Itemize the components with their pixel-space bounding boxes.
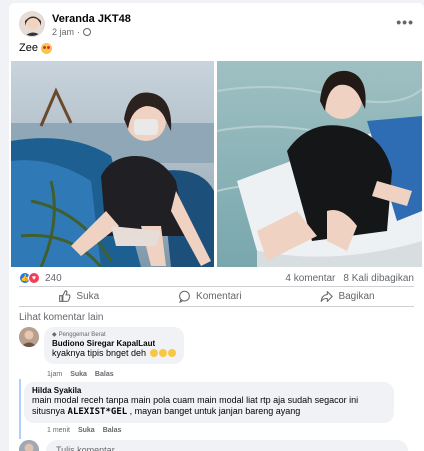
post-meta: 2 jam ·	[52, 27, 92, 37]
comment-bubble: Hilda Syakila main modal receh tanpa mai…	[24, 382, 394, 423]
current-user-avatar[interactable]	[19, 440, 39, 451]
comment-reply-button[interactable]: Balas	[103, 427, 122, 434]
share-icon	[321, 290, 334, 302]
commenter-name[interactable]: Budiono Siregar KapalLaut	[52, 339, 176, 348]
reaction-count[interactable]: 240	[45, 273, 62, 284]
post-actions: Suka Komentari Bagikan	[19, 286, 414, 306]
heart-eyes-emoji-icon	[40, 42, 52, 54]
comment-like-button[interactable]: Suka	[70, 371, 87, 378]
caption-text: Zee	[19, 42, 38, 54]
see-more-comments-link[interactable]: Lihat komentar lain	[19, 312, 104, 323]
post-photo-1[interactable]	[11, 61, 214, 267]
laughing-emoji-icon	[149, 349, 158, 357]
reactions-summary: 👍 ♥ 240 4 komentar 8 Kali dibagikan	[19, 272, 414, 286]
share-button[interactable]: Bagikan	[320, 290, 375, 303]
share-count[interactable]: 8 Kali dibagikan	[343, 273, 414, 284]
comment-time[interactable]: 1 menit	[47, 427, 70, 434]
comment-highlight-text: ALEXIST*GEL	[67, 407, 128, 417]
comment-meta: 1jam Suka Balas	[47, 371, 114, 378]
comment-item: Hilda Syakila main modal receh tanpa mai…	[19, 382, 394, 423]
post-header: Veranda JKT48 2 jam · •••	[19, 11, 414, 41]
laughing-emoji-icon	[158, 349, 167, 357]
comment-text: kyaknya tipis bnget deh	[52, 348, 176, 359]
comment-time[interactable]: 1jam	[47, 371, 62, 378]
like-button[interactable]: Suka	[58, 289, 100, 303]
commenter-name[interactable]: Hilda Syakila	[32, 386, 386, 395]
diamond-icon: ◆	[52, 332, 57, 338]
post-caption: Zee	[19, 42, 52, 54]
thumbs-up-icon	[59, 289, 71, 302]
comment-input[interactable]: Tulis komentar...	[46, 440, 408, 451]
comment-like-button[interactable]: Suka	[78, 427, 95, 434]
laughing-emoji-icon	[167, 349, 176, 357]
reaction-icons[interactable]: 👍 ♥	[19, 272, 40, 284]
post-photo-2[interactable]	[217, 61, 422, 267]
love-reaction-icon: ♥	[28, 272, 40, 284]
comment-bubble: ◆ Penggemar Berat Budiono Siregar KapalL…	[44, 327, 184, 364]
post-photos	[11, 61, 422, 267]
post-time[interactable]: 2 jam	[52, 27, 74, 37]
fan-badge-label: Penggemar Berat	[58, 331, 106, 338]
author-avatar[interactable]	[19, 11, 45, 37]
comment-button[interactable]: Komentari	[178, 290, 242, 303]
engagement-counts: 4 komentar 8 Kali dibagikan	[285, 273, 414, 284]
comment-composer: Tulis komentar...	[19, 440, 408, 451]
comment-icon	[179, 290, 190, 303]
post-card: Veranda JKT48 2 jam · ••• Zee 👍 ♥ 240 4 …	[9, 3, 424, 451]
comment-count[interactable]: 4 komentar	[285, 273, 335, 284]
comment-text: main modal receh tanpa main pola cuam ma…	[32, 395, 359, 417]
comment-item: ◆ Penggemar Berat Budiono Siregar KapalL…	[19, 327, 184, 364]
divider	[19, 306, 414, 307]
comment-label: Komentari	[196, 290, 242, 302]
comment-meta: 1 menit Suka Balas	[47, 427, 121, 434]
post-author-name[interactable]: Veranda JKT48	[52, 13, 131, 25]
globe-icon	[83, 28, 92, 36]
comment-reply-button[interactable]: Balas	[95, 371, 114, 378]
like-label: Suka	[76, 290, 100, 302]
share-label: Bagikan	[338, 290, 375, 302]
commenter-avatar[interactable]	[19, 327, 39, 347]
fan-badge: ◆ Penggemar Berat	[52, 331, 176, 339]
more-horizontal-icon[interactable]: •••	[396, 14, 414, 30]
